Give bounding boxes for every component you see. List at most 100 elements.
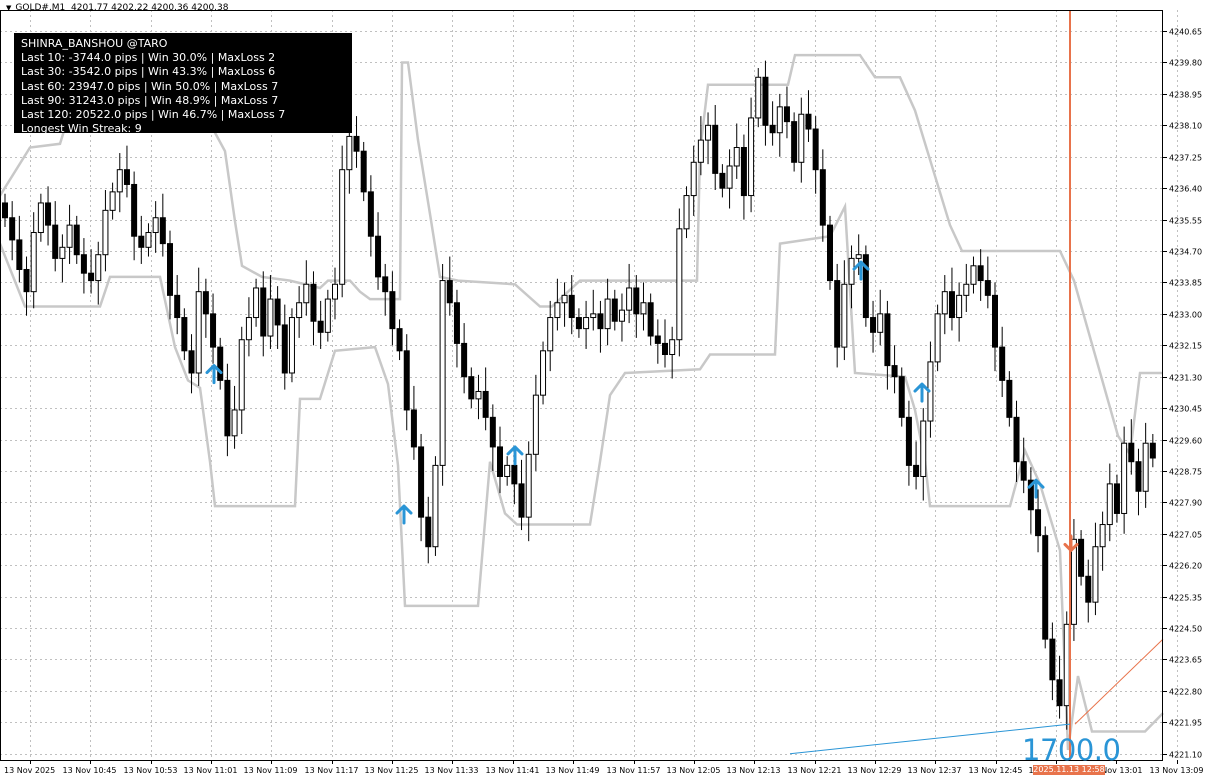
y-tick-label: 4224.50 xyxy=(1169,625,1202,634)
candle-bull xyxy=(748,117,755,197)
candle-bull xyxy=(683,195,690,230)
x-tick-label: 13 Nov 12:45 xyxy=(969,766,1023,775)
y-tick-label: 4222.80 xyxy=(1169,688,1202,697)
candle-bear xyxy=(1035,509,1042,537)
candle-bear xyxy=(210,313,217,348)
candle-bull xyxy=(583,317,590,330)
candle-bull xyxy=(877,313,884,333)
stats-panel: SHINRA_BANSHOU @TARO Last 10: -3744.0 pi… xyxy=(14,33,352,135)
candle-bull xyxy=(554,302,561,319)
stats-line: Last 10: -3744.0 pips | Win 30.0% | MaxL… xyxy=(21,51,276,65)
candle-bear xyxy=(805,113,812,130)
y-tick-label: 4238.10 xyxy=(1169,122,1202,131)
candle-bear xyxy=(138,235,145,248)
stats-line: Last 30: -3542.0 pips | Win 43.3% | MaxL… xyxy=(21,65,276,79)
candle-bear xyxy=(489,416,496,448)
candle-bull xyxy=(30,232,37,293)
candle-bear xyxy=(425,516,432,548)
candle-bear xyxy=(159,217,166,245)
candle-bull xyxy=(1142,442,1149,492)
candle-bear xyxy=(202,291,209,315)
candle-bear xyxy=(453,302,460,344)
candle-bear xyxy=(468,376,475,400)
y-tick-label: 4239.80 xyxy=(1169,59,1202,68)
dropdown-triangle-icon[interactable]: ▼ xyxy=(6,4,11,12)
x-tick-label: 13 Nov 12:05 xyxy=(667,766,721,775)
candle-bear xyxy=(418,446,425,518)
y-tick-label: 4233.00 xyxy=(1169,311,1202,320)
candle-bear xyxy=(23,268,30,293)
candle-bull xyxy=(963,283,970,296)
y-tick-label: 4237.25 xyxy=(1169,154,1202,163)
candle-bull xyxy=(1070,538,1077,625)
candle-bear xyxy=(482,390,489,418)
y-tick-label: 4226.20 xyxy=(1169,562,1202,571)
candle-bear xyxy=(1013,416,1020,463)
candle-bear xyxy=(224,379,231,437)
candle-bull xyxy=(102,209,109,256)
candle-bear xyxy=(1049,638,1056,681)
candle-bear xyxy=(410,409,417,448)
candle-bull xyxy=(798,113,805,163)
candle-bear xyxy=(1128,442,1135,463)
candle-bull xyxy=(339,169,346,285)
x-tick-label: 13 Nov 11:09 xyxy=(244,766,298,775)
candle-bull xyxy=(332,283,338,300)
candle-bull xyxy=(626,287,633,311)
candle-bull xyxy=(669,339,676,356)
candle-bear xyxy=(884,313,891,367)
candle-bull xyxy=(941,291,948,315)
candle-bear xyxy=(654,335,661,344)
y-tick-label: 4230.45 xyxy=(1169,405,1202,414)
x-tick-label: 13 Nov 11:25 xyxy=(365,766,419,775)
candle-bear xyxy=(131,183,138,237)
candle-bull xyxy=(346,135,353,171)
candle-bear xyxy=(1020,461,1027,481)
candle-bear xyxy=(827,224,833,282)
candle-bear xyxy=(389,291,396,330)
y-tick-label: 4231.30 xyxy=(1169,374,1202,383)
candle-bear xyxy=(575,317,582,330)
candle-bear xyxy=(1006,379,1013,418)
x-tick-label: 13 Nov 11:33 xyxy=(425,766,479,775)
x-tick-label: 13 Nov 11:01 xyxy=(184,766,238,775)
trade-value-label: 1700.0 xyxy=(1022,733,1121,767)
x-tick-label: 13 Nov 12:21 xyxy=(788,766,842,775)
candle-bull xyxy=(1106,483,1113,526)
candle-bear xyxy=(260,287,267,337)
candle-bull xyxy=(640,302,647,315)
candle-bear xyxy=(1078,538,1085,577)
candle-bear xyxy=(310,283,317,322)
candle-bear xyxy=(984,280,991,296)
candle-bear xyxy=(1056,679,1063,707)
candle-bear xyxy=(783,106,790,123)
y-tick-label: 4221.10 xyxy=(1169,751,1202,760)
candle-bull xyxy=(231,409,238,437)
candle-bull xyxy=(697,139,704,163)
candle-bear xyxy=(1135,461,1142,492)
stats-line: Last 90: 31243.0 pips | Win 48.9% | MaxL… xyxy=(21,93,279,107)
candle-bull xyxy=(1099,524,1106,548)
y-tick-label: 4221.95 xyxy=(1169,719,1202,728)
candle-bear xyxy=(977,265,984,282)
x-tick-label: 13 Nov 10:45 xyxy=(63,766,117,775)
candle-bull xyxy=(532,394,539,455)
candle-bear xyxy=(905,416,912,466)
candle-bear xyxy=(662,342,668,356)
candle-bull xyxy=(145,232,152,248)
candle-bear xyxy=(217,346,224,381)
candle-bear xyxy=(769,124,776,134)
candle-bull xyxy=(253,287,260,319)
y-tick-label: 4227.90 xyxy=(1169,499,1202,508)
candle-bear xyxy=(353,135,360,152)
candle-bull xyxy=(1092,546,1099,603)
candle-bear xyxy=(123,169,130,185)
trade-time-label: 2025.11.13 12:58 xyxy=(1033,765,1105,775)
candle-bear xyxy=(611,298,618,322)
candle-bear xyxy=(52,224,59,259)
candle-bear xyxy=(9,217,16,241)
candle-bear xyxy=(181,317,188,352)
candle-bear xyxy=(188,350,195,374)
y-tick-label: 4232.15 xyxy=(1169,342,1202,351)
candle-bear xyxy=(80,254,87,274)
